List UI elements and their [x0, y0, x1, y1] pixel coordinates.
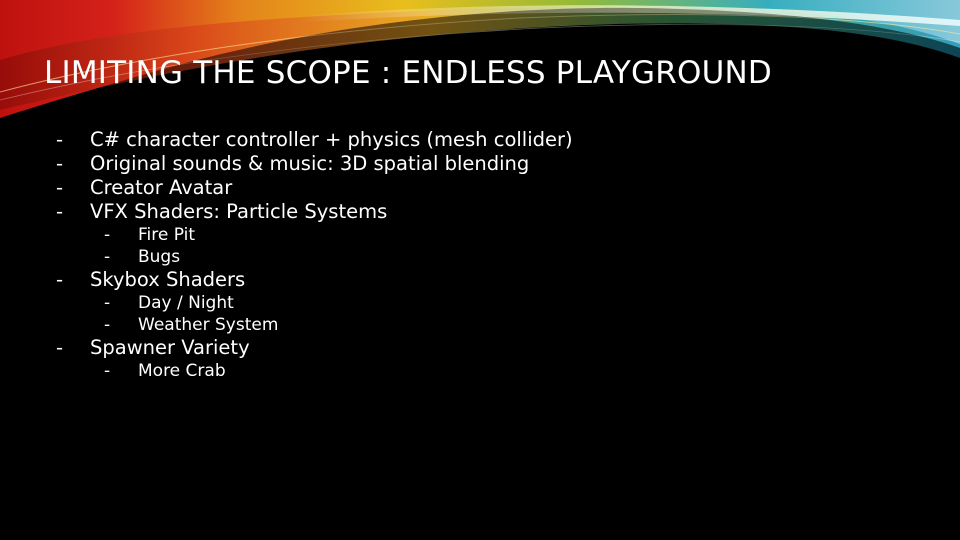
bullet-marker: -	[104, 315, 111, 335]
bullet-text: C# character controller + physics (mesh …	[90, 128, 573, 151]
bullet-marker: -	[104, 361, 111, 381]
bullet-marker: -	[56, 200, 64, 223]
bullet-item: - C# character controller + physics (mes…	[56, 128, 916, 152]
bullet-text: Original sounds & music: 3D spatial blen…	[90, 152, 530, 175]
bullet-text: Bugs	[138, 247, 181, 267]
bullet-item: - Spawner Variety	[56, 336, 916, 360]
slide: LIMITING THE SCOPE : ENDLESS PLAYGROUND …	[0, 0, 960, 540]
bullet-text: Weather System	[138, 315, 279, 335]
bullet-marker: -	[56, 176, 64, 199]
slide-title: LIMITING THE SCOPE : ENDLESS PLAYGROUND	[44, 55, 772, 91]
bullet-text: Fire Pit	[138, 225, 196, 245]
bullet-item: - Skybox Shaders	[56, 268, 916, 292]
bullet-list: - C# character controller + physics (mes…	[56, 128, 916, 382]
bullet-item: - Creator Avatar	[56, 176, 916, 200]
sub-bullet-item: - More Crab	[56, 360, 916, 382]
sub-bullet-item: - Day / Night	[56, 292, 916, 314]
bullet-marker: -	[56, 128, 64, 151]
bullet-text: Creator Avatar	[90, 176, 233, 199]
bullet-marker: -	[56, 336, 64, 359]
bullet-marker: -	[104, 293, 111, 313]
bullet-text: More Crab	[138, 361, 226, 381]
sub-bullet-item: - Fire Pit	[56, 224, 916, 246]
bullet-text: VFX Shaders: Particle Systems	[90, 200, 388, 223]
sub-bullet-item: - Bugs	[56, 246, 916, 268]
bullet-marker: -	[56, 152, 64, 175]
bullet-marker: -	[104, 225, 111, 245]
bullet-marker: -	[56, 268, 64, 291]
bullet-text: Day / Night	[138, 293, 234, 313]
bullet-marker: -	[104, 247, 111, 267]
bullet-item: - Original sounds & music: 3D spatial bl…	[56, 152, 916, 176]
bullet-text: Spawner Variety	[90, 336, 250, 359]
sub-bullet-item: - Weather System	[56, 314, 916, 336]
bullet-item: - VFX Shaders: Particle Systems	[56, 200, 916, 224]
bullet-text: Skybox Shaders	[90, 268, 246, 291]
